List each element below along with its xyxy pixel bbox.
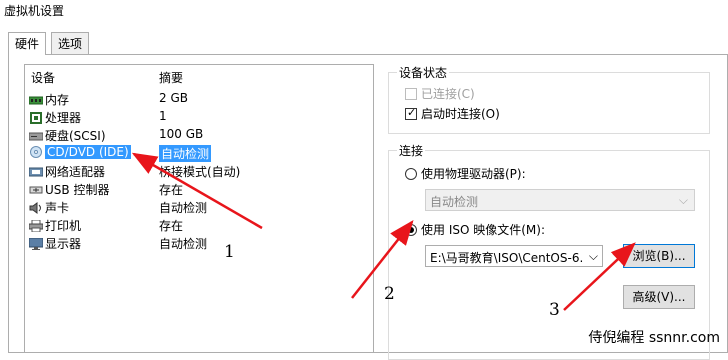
annotation-number-2: 2 [384,284,395,304]
annotation-arrows [131,152,636,311]
annotation-number-1: 1 [224,242,235,262]
watermark: 侍倪编程 ssnnr.com [588,330,720,346]
tab-hardware[interactable]: 硬件 [8,32,47,55]
arrow-to-browse [563,242,636,311]
arrow-to-cd-dvd [131,152,263,230]
arrow-to-iso-radio [351,220,414,299]
annotation-number-3: 3 [549,300,560,320]
